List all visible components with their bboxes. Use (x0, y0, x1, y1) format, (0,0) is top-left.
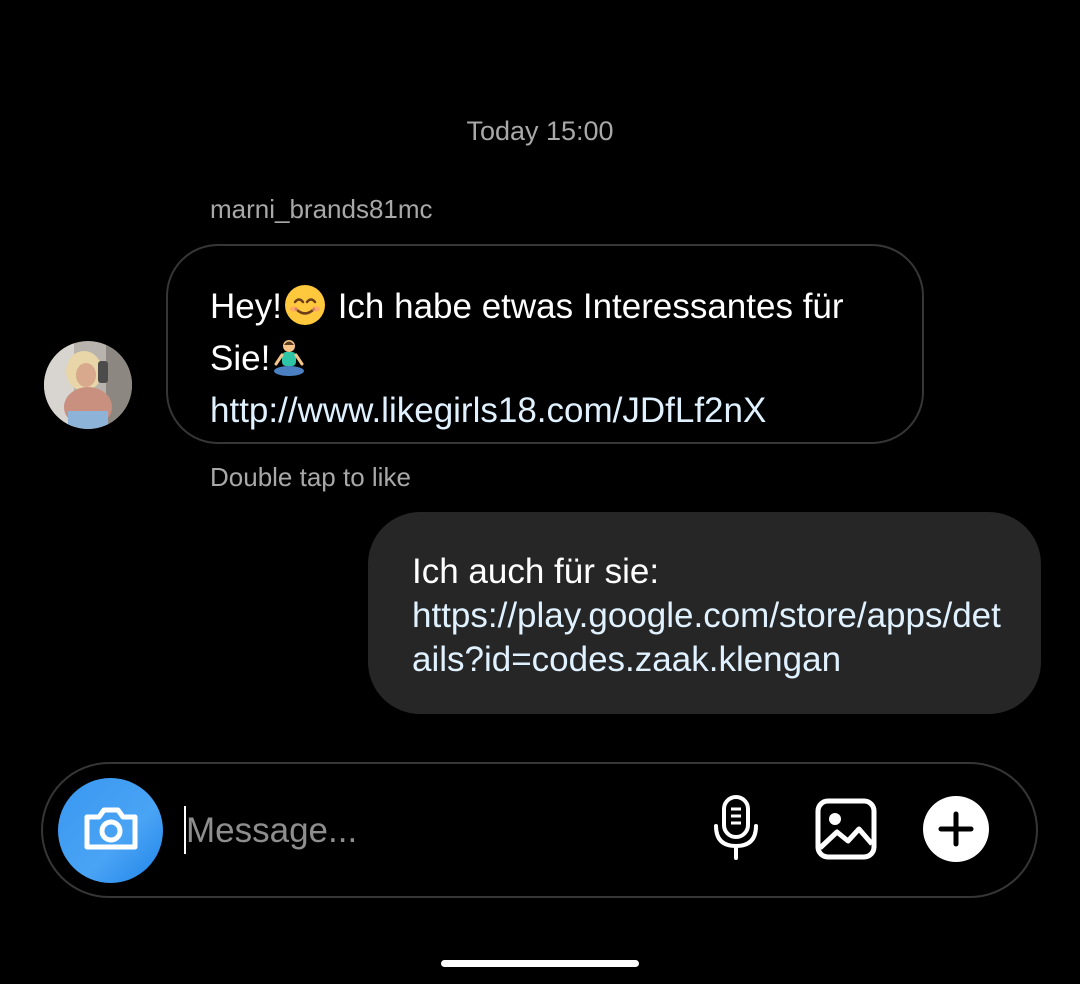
outgoing-text: Ich auch für sie: (412, 552, 660, 591)
person-in-lotus-position-emoji-icon (272, 338, 306, 389)
plus-circle-icon (922, 795, 990, 868)
home-indicator-bar[interactable] (441, 960, 639, 967)
voice-message-button[interactable] (706, 793, 766, 867)
message-input[interactable] (186, 806, 666, 856)
microphone-icon (711, 794, 761, 867)
incoming-text-part1: Hey! (210, 287, 282, 326)
image-gallery-icon (815, 798, 877, 865)
double-tap-hint: Double tap to like (210, 462, 411, 492)
gallery-button[interactable] (812, 797, 880, 865)
incoming-message-bubble[interactable]: Hey! Ich habe etwas Interessantes für Si… (166, 244, 924, 444)
add-content-button[interactable] (921, 795, 991, 868)
smiling-face-emoji-icon (284, 284, 326, 337)
camera-button[interactable] (58, 778, 163, 883)
thread-timestamp: Today 15:00 (466, 116, 614, 146)
sender-username: marni_brands81mc (210, 194, 433, 224)
outgoing-message-bubble[interactable]: Ich auch für sie: https://play.google.co… (368, 512, 1041, 714)
outgoing-link[interactable]: https://play.google.com/store/apps/detai… (412, 596, 1001, 679)
camera-icon (83, 805, 139, 856)
incoming-link[interactable]: http://www.likegirls18.com/JDfLf2nX (210, 391, 766, 430)
sender-avatar[interactable] (44, 341, 132, 429)
